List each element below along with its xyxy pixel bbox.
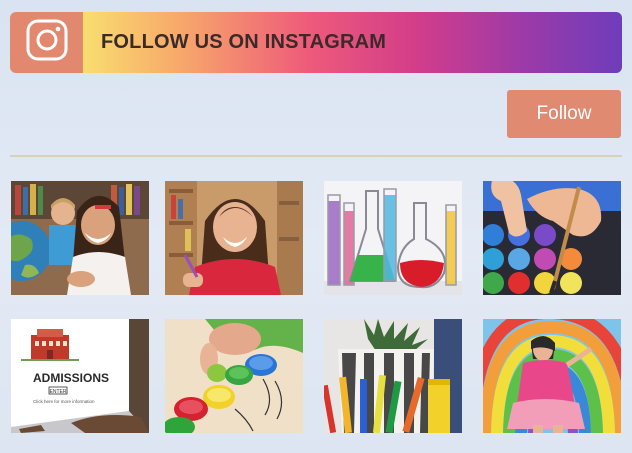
instagram-banner: FOLLOW US ON INSTAGRAM [10, 12, 622, 73]
divider [10, 155, 622, 157]
rainbow-painting-photo[interactable] [483, 319, 621, 433]
admissions-laptop-photo[interactable]: ADMISSIONS ENTER Click here for more inf… [11, 319, 149, 433]
banner-title: FOLLOW US ON INSTAGRAM [101, 31, 387, 53]
paint-palette-photo[interactable] [483, 181, 621, 295]
screen-caption: Click here for more information [33, 399, 95, 404]
girl-drawing-photo[interactable] [165, 181, 303, 295]
instagram-icon [26, 19, 68, 66]
lab-flasks-photo[interactable] [324, 181, 462, 295]
pencil-pot-photo[interactable] [324, 319, 462, 433]
screen-button: ENTER [50, 389, 67, 395]
follow-button[interactable]: Follow [507, 90, 621, 138]
instagram-icon-box[interactable] [10, 12, 83, 73]
instagram-widget: FOLLOW US ON INSTAGRAM Follow ADMISSIONS… [0, 0, 632, 453]
bottle-caps-photo[interactable] [165, 319, 303, 433]
screen-title: ADMISSIONS [33, 371, 109, 385]
girl-with-globe-photo[interactable] [11, 181, 149, 295]
banner-title-bar: FOLLOW US ON INSTAGRAM [83, 12, 622, 73]
